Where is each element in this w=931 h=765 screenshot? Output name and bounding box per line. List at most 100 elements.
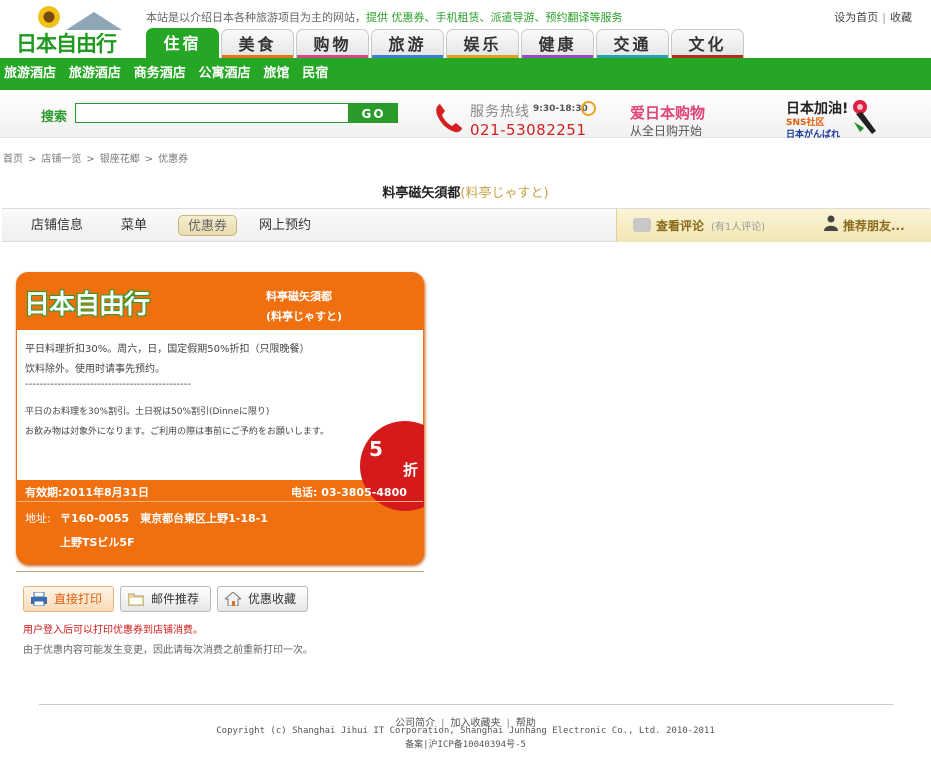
hotline-number: 021-53082251: [470, 121, 587, 139]
japan-support-banner[interactable]: 日本加油! SNS社区 日本がんばれ: [784, 96, 894, 140]
shopping-banner-title: 爱日本购物: [630, 104, 706, 122]
view-reviews-link[interactable]: 查看评论: [656, 217, 704, 234]
subnav-item-tourist-hotel-2[interactable]: 旅游酒店: [69, 58, 121, 90]
subnav-item-ryokan[interactable]: 旅馆: [263, 58, 289, 90]
discount-number: 5: [369, 437, 383, 461]
breadcrumb-separator: >: [86, 154, 95, 165]
separator: |: [882, 11, 886, 24]
folder-icon: [128, 593, 144, 606]
footer-icp: 备案|沪ICP备10040394号-5: [405, 740, 526, 750]
coupon-address-label: 地址:: [25, 512, 51, 525]
japan-support-subtitle: 日本がんばれ: [786, 130, 841, 140]
shop-name-reading: (料亭じゃすと): [460, 186, 549, 201]
subnav-item-apartment-hotel[interactable]: 公寓酒店: [199, 58, 251, 90]
change-notice: 由于优惠内容可能发生变更，因此请每次消费之前重新打印一次。: [23, 645, 313, 656]
coupon-shop-name: 料亭磁矢須都: [266, 290, 332, 303]
intro-text: 本站是以介绍日本各种旅游项目为主的网站，: [146, 11, 366, 24]
coupon-terms: 平日料理折扣30%。周六，日，国定假期50%折扣（只限晚餐） 饮料除外。使用时请…: [17, 330, 424, 511]
sunflower-icon: [38, 6, 60, 28]
coupon-logo: 日本自由行: [24, 290, 150, 320]
nav-tab-transport[interactable]: 交通: [596, 29, 669, 58]
nav-tab-culture[interactable]: 文化: [671, 29, 744, 58]
nav-tab-shopping[interactable]: 购物: [296, 29, 369, 58]
coupon-divider: [17, 501, 423, 502]
coupon-phone: 电话: 03-3805-4800: [291, 486, 407, 499]
shopping-banner[interactable]: 爱日本购物 从全日购开始: [616, 96, 766, 140]
subnav-item-business-hotel[interactable]: 商务酒店: [134, 58, 186, 90]
tab-coupon[interactable]: 优惠券: [178, 215, 238, 236]
footer-copyright: Copyright (c) Shanghai Jihui IT Corporat…: [216, 726, 715, 736]
nav-tab-lodging[interactable]: 住宿: [146, 28, 219, 58]
breadcrumb-home[interactable]: 首页: [3, 154, 23, 165]
comment-icon: [633, 218, 651, 232]
nav-tab-label: 美食: [238, 35, 277, 54]
set-homepage-link[interactable]: 设为首页: [834, 11, 878, 24]
search-go-button[interactable]: GO: [349, 103, 398, 123]
nav-tab-health[interactable]: 健康: [521, 29, 594, 58]
coupon-term-cn-1: 平日料理折扣30%。周六，日，国定假期50%折扣（只限晚餐）: [25, 344, 310, 355]
coupon-validity: 有效期:2011年8月31日: [25, 486, 149, 499]
top-links: 设为首页 | 收藏: [834, 9, 912, 25]
coupon-card: 日本自由行 料亭磁矢須都 (料亭じゃすと) 平日料理折扣30%。周六，日，国定假…: [16, 272, 424, 564]
nav-tab-entertainment[interactable]: 娱乐: [446, 29, 519, 58]
divider: [16, 571, 424, 572]
tab-shop-info[interactable]: 店铺信息: [31, 215, 83, 236]
coupon-term-cn-2: 饮料除外。使用时请事先预约。: [25, 364, 165, 375]
tab-menu[interactable]: 菜单: [121, 215, 147, 236]
logo-text: 日本自由行: [16, 31, 117, 56]
coupon-term-jp-1: 平日のお料理を30%割引。土日祝は50%割引(Dinneに限り): [25, 407, 270, 417]
printer-icon: [31, 592, 47, 606]
print-button[interactable]: 直接打印: [23, 586, 114, 612]
nav-tab-label: 住宿: [163, 34, 202, 53]
main-nav: 住宿 美食 购物 旅游 娱乐 健康 交通 文化: [146, 28, 746, 58]
subnav-item-minshuku[interactable]: 民宿: [302, 58, 328, 90]
breadcrumb-current: 优惠券: [158, 154, 189, 165]
hotline-hours: 9:30-18:30: [533, 104, 588, 114]
nav-tab-label: 交通: [613, 35, 652, 54]
intro-services: 提供 优惠券、手机租赁、派遣导游、预约翻译等服务: [366, 11, 623, 24]
nav-tab-label: 购物: [313, 35, 352, 54]
nav-tab-label: 旅游: [388, 35, 427, 54]
flower-icon: [853, 100, 876, 134]
coupon-address-line2: 上野TSビル5F: [60, 536, 135, 549]
breadcrumb-separator: >: [144, 154, 154, 165]
print-button-label: 直接打印: [54, 592, 103, 606]
coupon-term-divider: ----------------------------------------…: [25, 379, 191, 390]
shop-name: 料亭磁矢須都: [382, 186, 461, 201]
clock-icon: [581, 101, 596, 116]
subnav-item-tourist-hotel[interactable]: 旅游酒店: [4, 58, 56, 90]
search-input[interactable]: [75, 103, 349, 123]
telephone-icon: [436, 104, 462, 133]
email-recommend-button[interactable]: 邮件推荐: [120, 586, 211, 612]
site-logo[interactable]: 日本自由行: [14, 4, 132, 56]
breadcrumb: 首页 > 店铺一览 > 银座花郷 > 优惠券: [3, 150, 188, 165]
review-panel: 查看评论 (有1人评论) 推荐朋友...: [616, 209, 931, 242]
user-icon: [824, 215, 838, 231]
nav-tab-travel[interactable]: 旅游: [371, 29, 444, 58]
login-print-note: 用户登入后可以打印优惠券到店铺消费。: [23, 625, 203, 636]
coupon-shop-reading: (料亭じゃすと): [266, 310, 343, 323]
breadcrumb-separator: >: [28, 154, 37, 165]
tab-online-booking[interactable]: 网上预约: [259, 215, 311, 236]
shopping-banner-subtitle: 从全日购开始: [630, 124, 703, 138]
coupon-address-line1: 〒160-0055 東京都台東区上野1-18-1: [60, 512, 268, 525]
breadcrumb-shop-list[interactable]: 店铺一览: [41, 154, 81, 165]
discount-unit: 折: [403, 461, 419, 479]
recommend-friend-link[interactable]: 推荐朋友...: [843, 217, 905, 234]
breadcrumb-shop[interactable]: 银座花郷: [100, 154, 140, 165]
nav-tab-label: 健康: [538, 35, 577, 54]
review-count: (有1人评论): [711, 222, 766, 233]
save-coupon-label: 优惠收藏: [248, 592, 297, 606]
search-label: 搜索: [41, 110, 68, 125]
home-icon: [225, 592, 241, 606]
nav-tab-food[interactable]: 美食: [221, 29, 294, 58]
nav-tab-label: 文化: [688, 35, 727, 54]
hotline-banner[interactable]: 服务热线 9:30-18:30 021-53082251: [434, 96, 604, 140]
save-coupon-button[interactable]: 优惠收藏: [217, 586, 308, 612]
sub-nav: 旅游酒店 旅游酒店 商务酒店 公寓酒店 旅馆 民宿: [0, 58, 931, 90]
site-intro: 本站是以介绍日本各种旅游项目为主的网站，提供 优惠券、手机租赁、派遣导游、预约翻…: [146, 9, 623, 25]
coupon-term-jp-2: お飲み物は対象外になります。ご利用の際は事前にご予約をお願いします。: [25, 427, 330, 437]
email-recommend-label: 邮件推荐: [151, 592, 200, 606]
bookmark-link[interactable]: 收藏: [890, 11, 912, 24]
hotline-label: 服务热线: [470, 104, 530, 120]
